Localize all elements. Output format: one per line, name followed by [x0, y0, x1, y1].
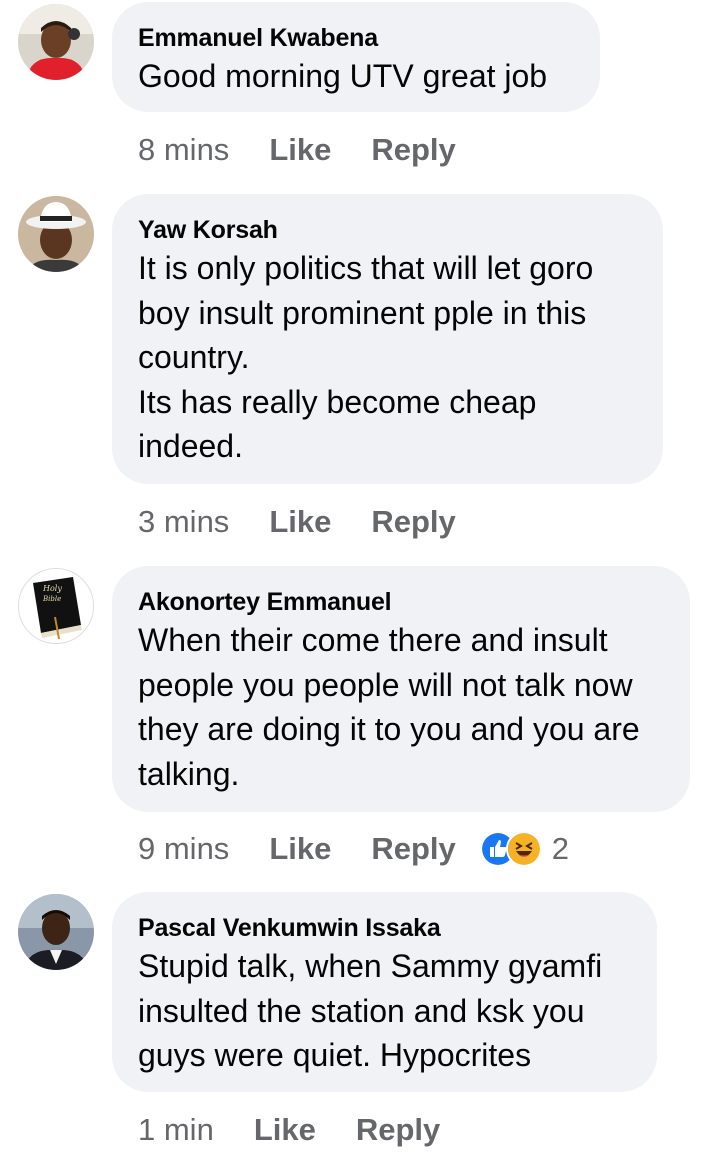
like-button[interactable]: Like: [254, 1112, 316, 1148]
reply-button[interactable]: Reply: [371, 132, 455, 168]
reaction-count: 2: [551, 831, 570, 866]
comment-text: Good morning UTV great job: [138, 58, 548, 94]
comment-text: When their come there and insult people …: [138, 622, 640, 792]
avatar-photo: [18, 894, 94, 970]
avatar[interactable]: [18, 894, 94, 970]
comment-timestamp[interactable]: 3 mins: [138, 504, 229, 540]
comment-actions: 9 mins Like Reply 2: [138, 829, 569, 869]
comment-timestamp[interactable]: 1 min: [138, 1112, 214, 1148]
avatar-book-subtitle: Bible: [42, 595, 61, 603]
like-button[interactable]: Like: [269, 132, 331, 168]
avatar[interactable]: [18, 4, 94, 80]
comment-bubble: Akonortey Emmanuel When their come there…: [112, 566, 690, 812]
comment-timestamp[interactable]: 8 mins: [138, 132, 229, 168]
comment-actions: 8 mins Like Reply: [138, 130, 496, 170]
comment-author[interactable]: Akonortey Emmanuel: [138, 586, 664, 618]
comment-bubble: Emmanuel Kwabena Good morning UTV great …: [112, 2, 600, 112]
comment-text: It is only politics that will let goro b…: [138, 250, 594, 464]
avatar[interactable]: [18, 196, 94, 272]
reply-button[interactable]: Reply: [371, 504, 455, 540]
like-button[interactable]: Like: [269, 831, 331, 867]
comment-bubble: Yaw Korsah It is only politics that will…: [112, 194, 663, 484]
avatar-book-title: Holy: [42, 584, 62, 593]
holy-bible-icon: Holy Bible: [19, 569, 93, 643]
reaction-summary[interactable]: 2: [479, 831, 570, 867]
reply-button[interactable]: Reply: [371, 831, 455, 867]
comment-author[interactable]: Pascal Venkumwin Issaka: [138, 912, 631, 944]
comment-author[interactable]: Emmanuel Kwabena: [138, 22, 574, 54]
like-button[interactable]: Like: [269, 504, 331, 540]
avatar-photo: [18, 4, 94, 80]
avatar[interactable]: Holy Bible: [18, 568, 94, 644]
comment-bubble: Pascal Venkumwin Issaka Stupid talk, whe…: [112, 892, 657, 1092]
comment-actions: 3 mins Like Reply: [138, 502, 496, 542]
avatar-photo: [18, 196, 94, 272]
comment-text: Stupid talk, when Sammy gyamfi insulted …: [138, 948, 603, 1073]
comment-timestamp[interactable]: 9 mins: [138, 831, 229, 867]
comment-actions: 1 min Like Reply: [138, 1110, 480, 1150]
haha-reaction-icon: [505, 831, 542, 867]
comment-author[interactable]: Yaw Korsah: [138, 214, 637, 246]
reply-button[interactable]: Reply: [356, 1112, 440, 1148]
